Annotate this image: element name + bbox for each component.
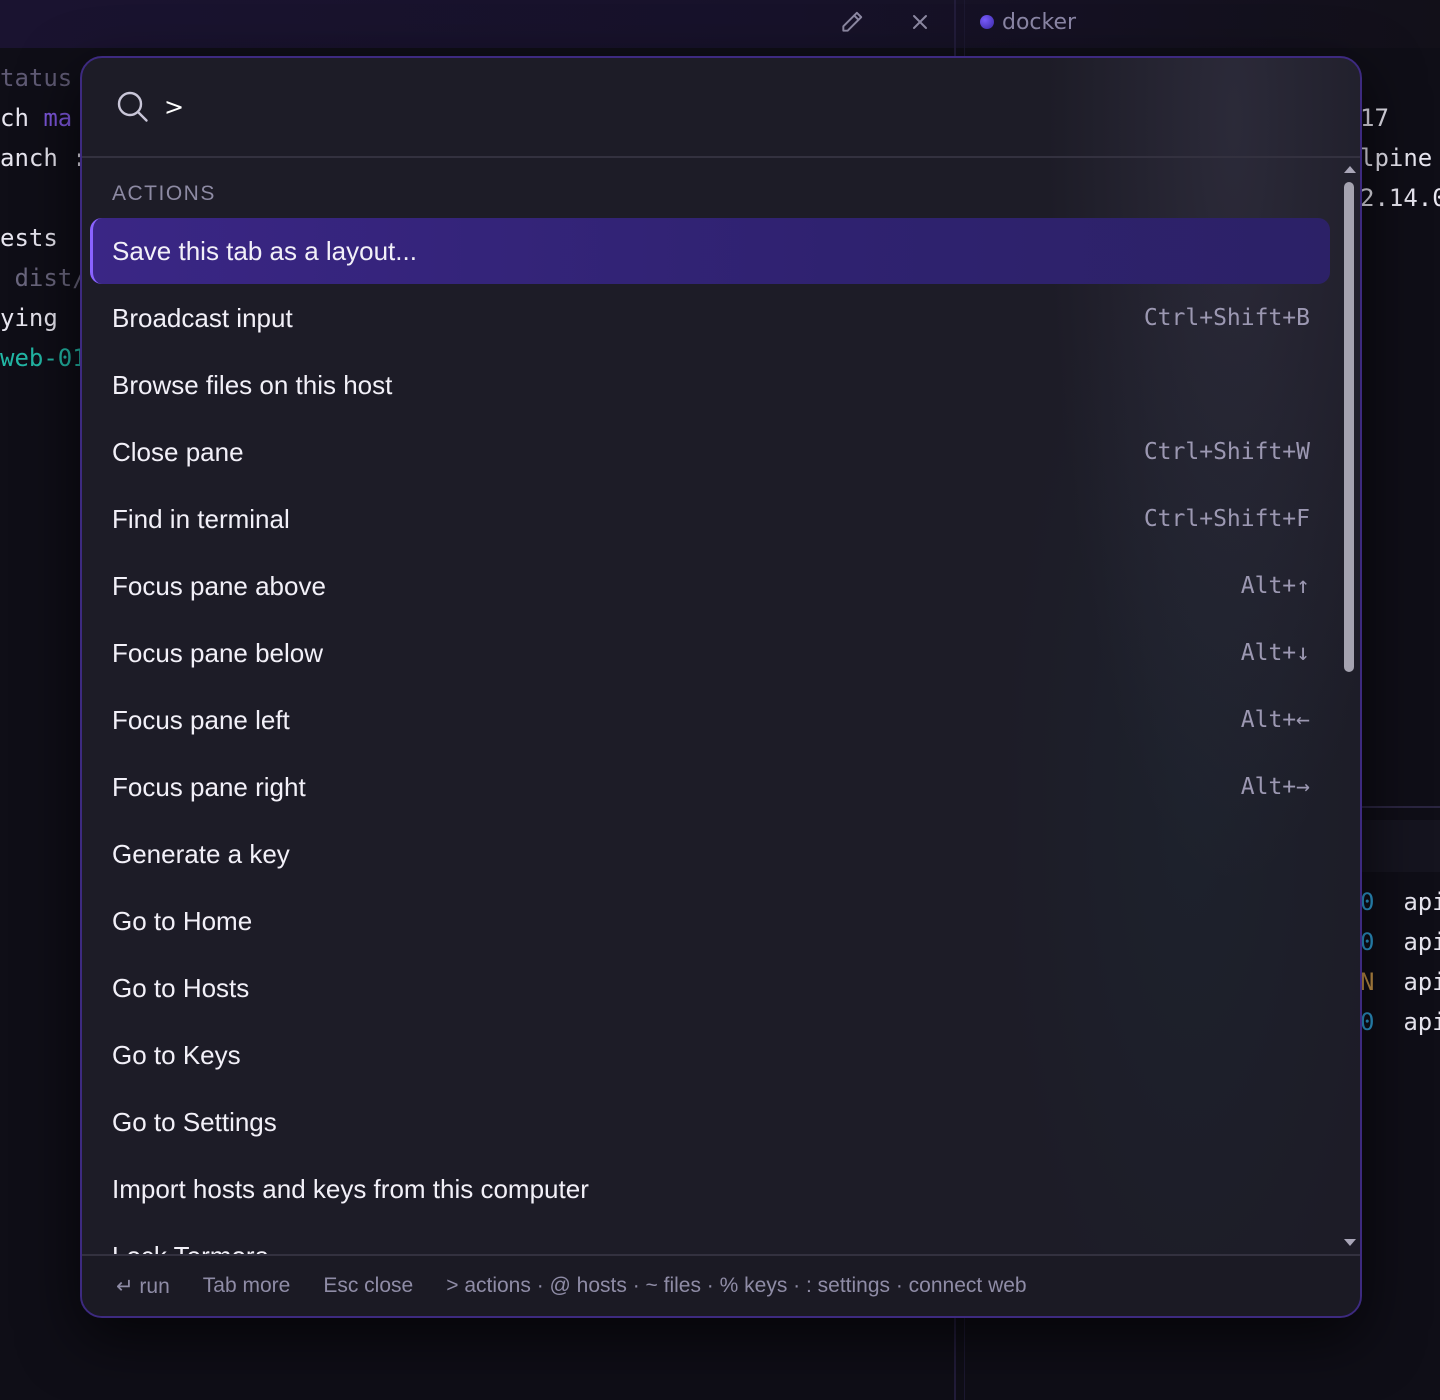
terminal-line: 0 api (1360, 888, 1440, 916)
terminal-line: ests (0, 224, 73, 252)
palette-item-label: Save this tab as a layout... (112, 235, 417, 266)
palette-item-save-layout[interactable]: Save this tab as a layout... (90, 218, 1330, 284)
palette-item-broadcast-input[interactable]: Broadcast input Ctrl+Shift+B (90, 285, 1330, 351)
palette-item-label: Go to Keys (112, 1039, 241, 1070)
palette-item-label: Go to Home (112, 905, 253, 936)
hint-more: Tab more (202, 1274, 291, 1297)
palette-search-input[interactable] (164, 82, 1264, 132)
palette-item-import-hosts-keys[interactable]: Import hosts and keys from this computer (90, 1156, 1330, 1222)
palette-item-shortcut: Ctrl+Shift+F (1143, 506, 1310, 532)
table-header-band (1362, 820, 1440, 872)
hint-prefixes: > actions · @ hosts · ~ files · % keys ·… (446, 1274, 1027, 1297)
palette-search-row (82, 58, 1360, 158)
palette-item-shortcut: Ctrl+Shift+W (1143, 439, 1310, 465)
palette-item-shortcut: Alt+↑ (1240, 573, 1310, 599)
palette-item-label: Focus pane right (112, 771, 306, 802)
palette-item-go-home[interactable]: Go to Home (90, 888, 1330, 954)
palette-footer: ↵ run Tab more Esc close > actions · @ h… (82, 1254, 1360, 1316)
search-icon (117, 91, 148, 122)
pane-separator (1362, 806, 1440, 808)
terminal-line: ying (0, 304, 73, 332)
hint-run: ↵ run (116, 1274, 170, 1298)
palette-item-generate-key[interactable]: Generate a key (90, 821, 1330, 887)
palette-item-go-keys[interactable]: Go to Keys (90, 1022, 1330, 1088)
section-header-actions: ACTIONS (112, 182, 216, 205)
palette-item-label: Find in terminal (112, 503, 290, 534)
palette-item-label: Import hosts and keys from this computer (112, 1173, 589, 1204)
palette-item-browse-files[interactable]: Browse files on this host (90, 352, 1330, 418)
palette-item-find-in-terminal[interactable]: Find in terminal Ctrl+Shift+F (90, 486, 1330, 552)
close-tab-icon[interactable] (906, 8, 934, 36)
palette-scrollbar[interactable] (1340, 158, 1360, 1254)
terminal-line: N api (1360, 968, 1440, 996)
palette-item-focus-pane-below[interactable]: Focus pane below Alt+↓ (90, 620, 1330, 686)
scroll-down-arrow-icon[interactable] (1344, 1239, 1356, 1246)
tab-docker[interactable]: docker (980, 6, 1076, 38)
palette-item-shortcut: Alt+↓ (1240, 640, 1310, 666)
palette-item-label: Focus pane left (112, 704, 290, 735)
palette-item-label: Browse files on this host (112, 369, 393, 400)
scrollbar-thumb[interactable] (1344, 182, 1354, 672)
tab-bar (0, 0, 1440, 48)
palette-item-close-pane[interactable]: Close pane Ctrl+Shift+W (90, 419, 1330, 485)
palette-item-label: Focus pane above (112, 570, 326, 601)
palette-item-label: Focus pane below (112, 637, 324, 668)
terminal-line: anch : (0, 144, 87, 172)
terminal-line: 0 api (1360, 1008, 1440, 1036)
palette-item-go-hosts[interactable]: Go to Hosts (90, 955, 1330, 1021)
terminal-line: 17 (1360, 104, 1389, 132)
palette-item-label: Generate a key (112, 838, 290, 869)
hint-close: Esc close (323, 1274, 414, 1297)
terminal-line: lpine (1360, 144, 1433, 172)
terminal-line: dist/ (0, 264, 87, 292)
palette-item-focus-pane-right[interactable]: Focus pane right Alt+→ (90, 754, 1330, 820)
palette-item-shortcut: Alt+← (1240, 707, 1310, 733)
palette-item-shortcut: Ctrl+Shift+B (1143, 305, 1310, 331)
terminal-line: ch ma (0, 104, 73, 132)
command-palette: ACTIONS Save this tab as a layout... Bro… (80, 56, 1362, 1318)
scroll-up-arrow-icon[interactable] (1344, 166, 1356, 173)
terminal-line: tatus (0, 64, 73, 92)
palette-item-focus-pane-above[interactable]: Focus pane above Alt+↑ (90, 553, 1330, 619)
palette-item-label: Lock Termora (112, 1241, 269, 1255)
palette-item-label: Broadcast input (112, 302, 293, 333)
edit-tab-icon[interactable] (838, 8, 866, 36)
palette-item-shortcut: Alt+→ (1240, 774, 1310, 800)
terminal-line: web-01 (0, 344, 87, 372)
palette-item-label: Close pane (112, 436, 244, 467)
palette-item-label: Go to Settings (112, 1106, 277, 1137)
terminal-line: 2.14.0 (1360, 184, 1440, 212)
session-status-dot (980, 15, 994, 29)
palette-item-focus-pane-left[interactable]: Focus pane left Alt+← (90, 687, 1330, 753)
palette-item-go-settings[interactable]: Go to Settings (90, 1089, 1330, 1155)
palette-results-list[interactable]: ACTIONS Save this tab as a layout... Bro… (82, 158, 1340, 1254)
tab-docker-label: docker (1002, 9, 1077, 35)
palette-item-label: Go to Hosts (112, 972, 250, 1003)
terminal-line: 0 api (1360, 928, 1440, 956)
palette-item-lock[interactable]: Lock Termora (90, 1223, 1330, 1255)
